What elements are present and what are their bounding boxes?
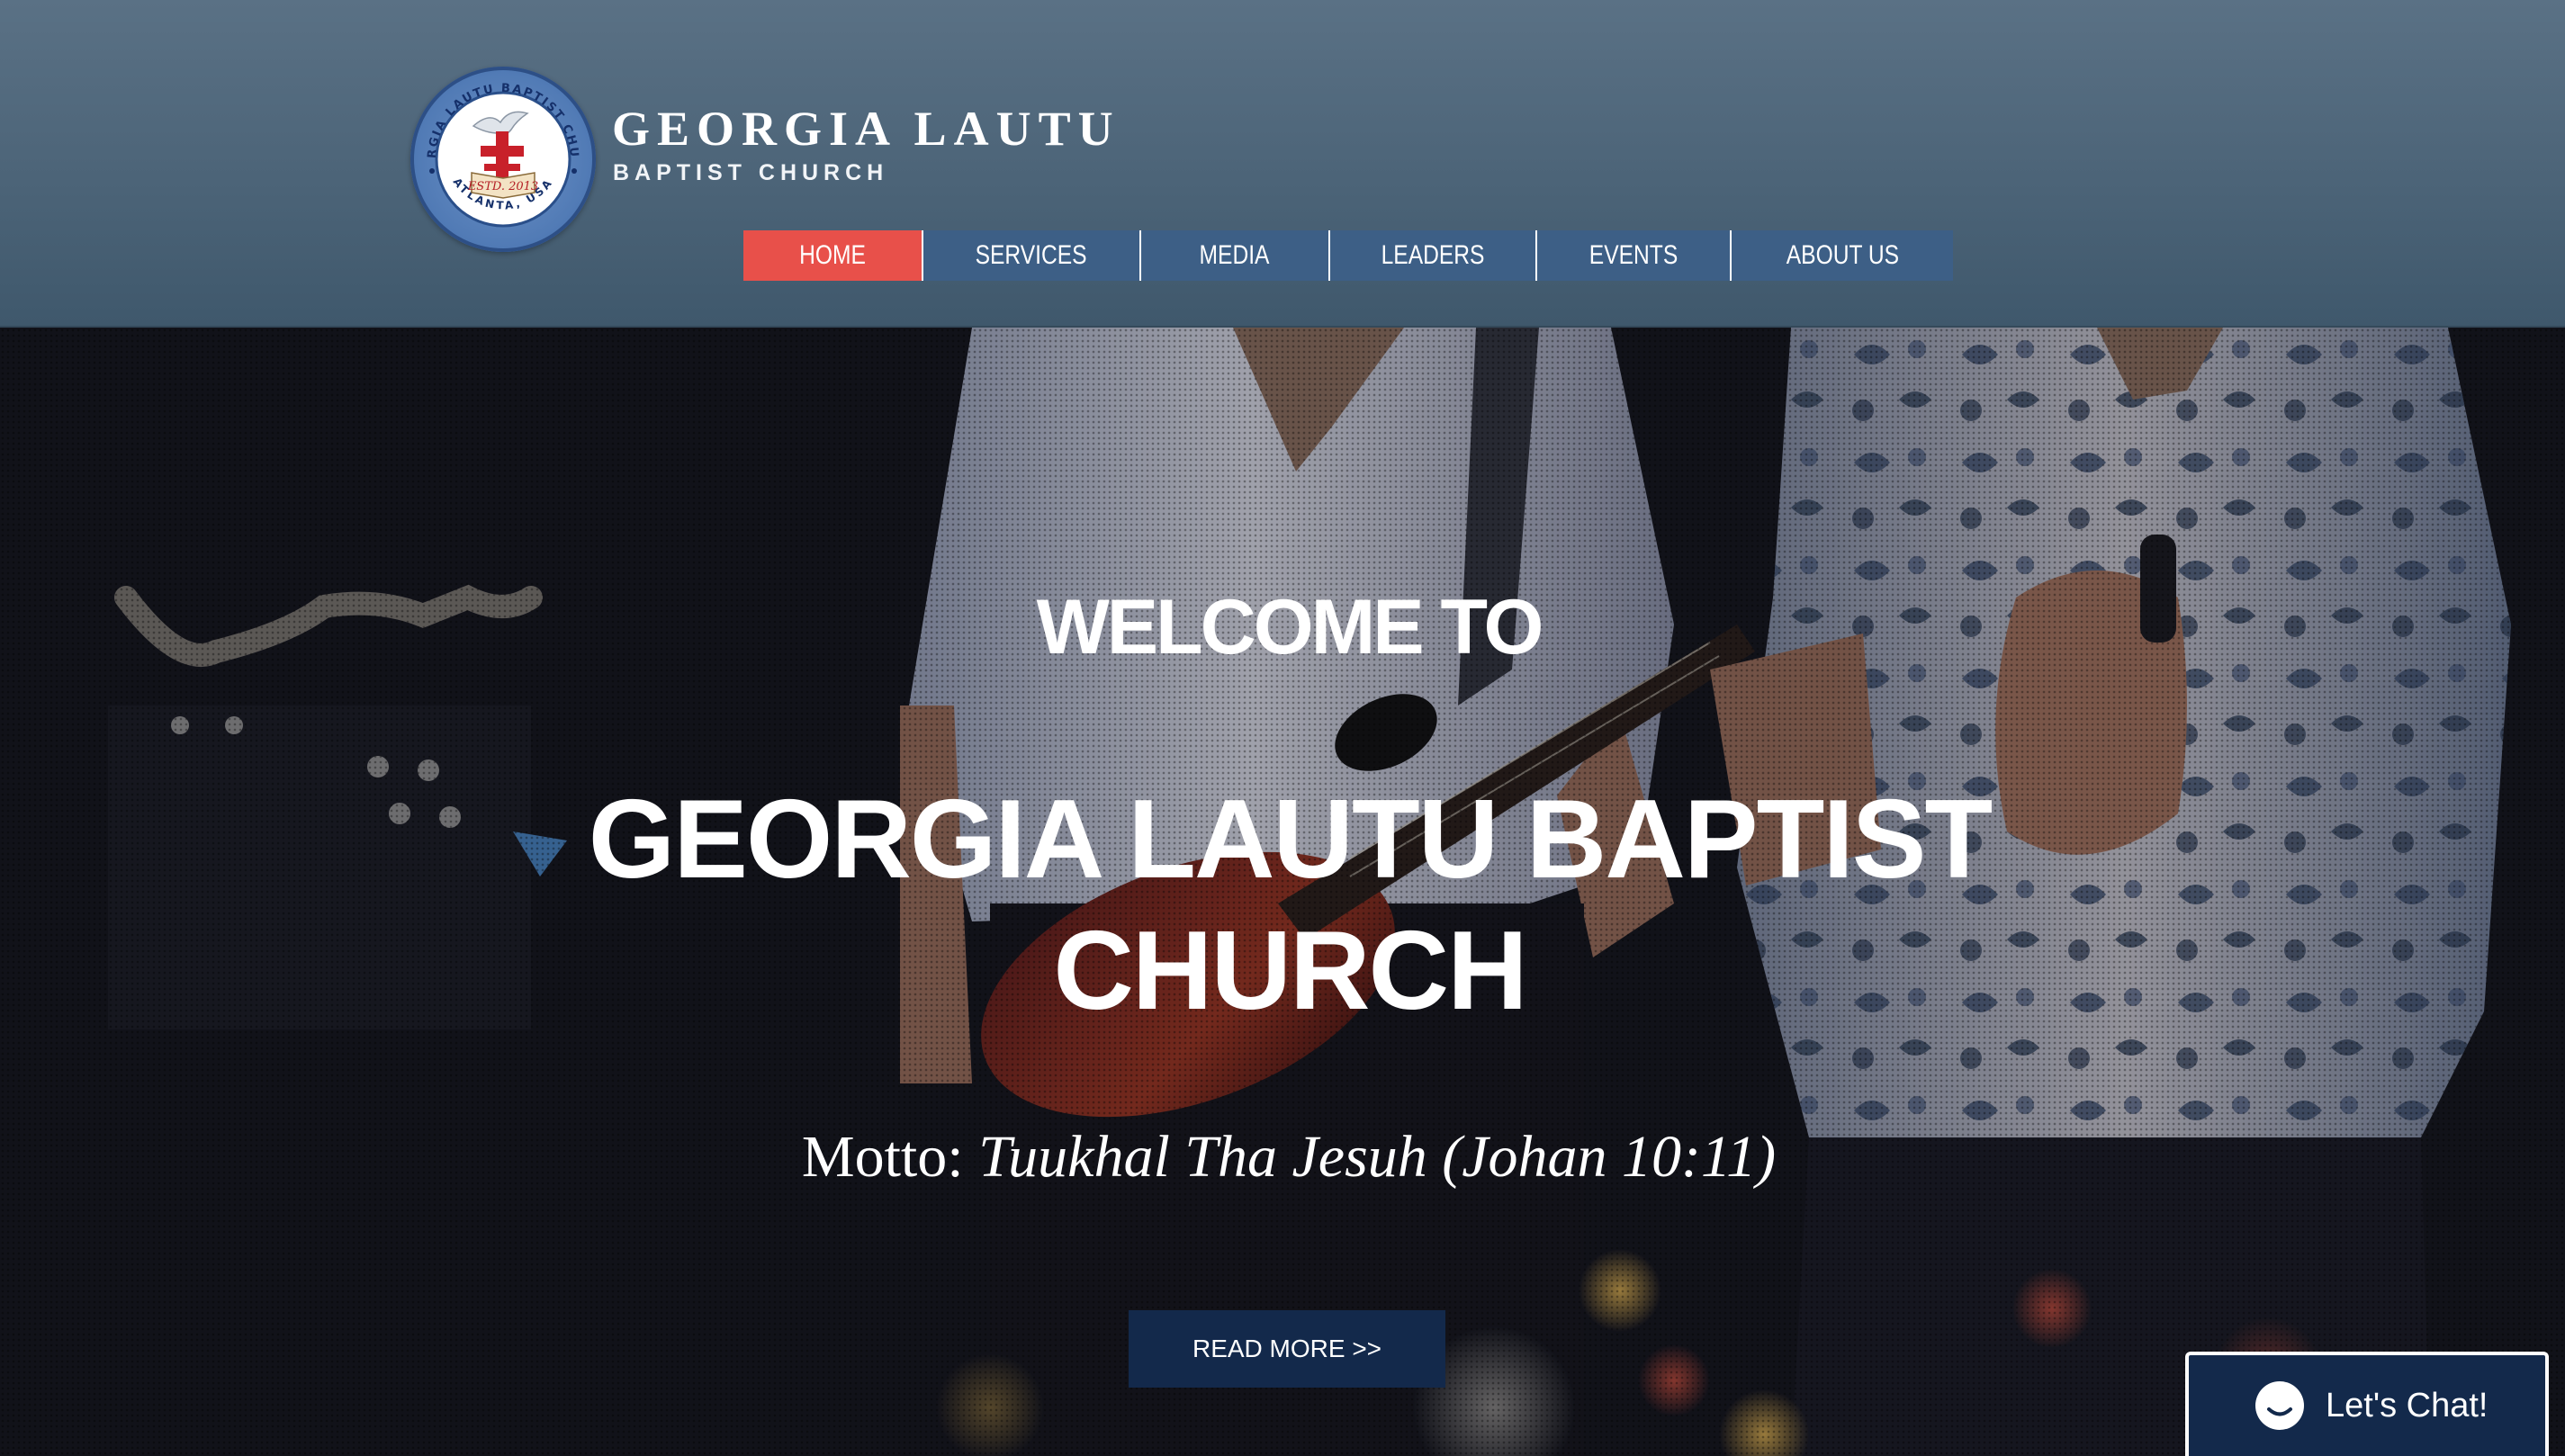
brand-name[interactable]: GEORGIA LAUTU: [612, 101, 1120, 157]
nav-about-us-label: ABOUT US: [1786, 240, 1899, 270]
smiley-chat-icon: [2255, 1381, 2304, 1430]
nav-events[interactable]: EVENTS: [1537, 230, 1732, 281]
nav-services-label: SERVICES: [976, 240, 1087, 270]
read-more-button[interactable]: READ MORE >>: [1129, 1310, 1445, 1388]
nav-about-us[interactable]: ABOUT US: [1732, 230, 1953, 281]
nav-leaders[interactable]: LEADERS: [1330, 230, 1537, 281]
logo-emblem-icon: GEORGIA LAUTU BAPTIST CHURCH ATLANTA, US…: [410, 67, 579, 228]
motto-verse: Tuukhal Tha Jesuh (Johan 10:11): [978, 1124, 1777, 1190]
nav-home-label: HOME: [799, 240, 866, 270]
nav-media-label: MEDIA: [1200, 240, 1270, 270]
page: GEORGIA LAUTU BAPTIST CHURCH ATLANTA, US…: [0, 0, 2565, 1456]
site-header: GEORGIA LAUTU BAPTIST CHURCH ATLANTA, US…: [0, 0, 2565, 328]
chat-label: Let's Chat!: [2326, 1386, 2488, 1425]
motto: Motto: Tuukhal Tha Jesuh (Johan 10:11): [0, 1123, 2565, 1191]
main-nav: HOME SERVICES MEDIA LEADERS EVENTS ABOUT…: [743, 230, 1953, 281]
church-seal-logo[interactable]: GEORGIA LAUTU BAPTIST CHURCH ATLANTA, US…: [410, 67, 596, 252]
chat-widget-button[interactable]: Let's Chat!: [2185, 1352, 2549, 1456]
welcome-heading: WELCOME TO: [1036, 584, 1544, 670]
nav-services[interactable]: SERVICES: [923, 230, 1141, 281]
nav-home[interactable]: HOME: [743, 230, 923, 281]
nav-leaders-label: LEADERS: [1381, 240, 1485, 270]
svg-text:ESTD. 2013: ESTD. 2013: [467, 180, 538, 193]
motto-prefix: Motto:: [801, 1124, 979, 1190]
hero-section: WELCOME TO GEORGIA LAUTU BAPTIST CHURCH …: [0, 328, 2565, 1456]
nav-events-label: EVENTS: [1588, 240, 1678, 270]
nav-media[interactable]: MEDIA: [1141, 230, 1330, 281]
brand-subtitle: BAPTIST CHURCH: [613, 160, 889, 185]
church-title: GEORGIA LAUTU BAPTIST CHURCH: [588, 777, 1994, 1033]
